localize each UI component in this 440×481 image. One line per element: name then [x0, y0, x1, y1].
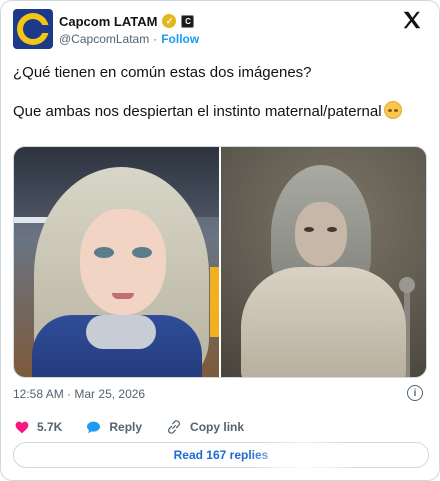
media-grid	[13, 146, 427, 378]
follow-button[interactable]: Follow	[161, 32, 199, 46]
reply-label: Reply	[109, 420, 143, 434]
tweet-line-1: ¿Qué tienen en común estas dos imágenes?	[13, 64, 312, 81]
author-handle-row: @CapcomLatam · Follow	[59, 32, 199, 46]
author-name-row: Capcom LATAM ✓ C	[59, 12, 195, 30]
copy-link-label: Copy link	[190, 420, 245, 434]
x-logo-icon[interactable]	[401, 9, 423, 31]
author-display-name[interactable]: Capcom LATAM	[59, 14, 157, 29]
author-handle[interactable]: @CapcomLatam	[59, 32, 149, 46]
side-light-shape	[210, 267, 219, 337]
tweet-date: Mar 25, 2026	[74, 387, 146, 401]
bedpost-knob-shape	[399, 277, 415, 293]
tweet-line-2-wrap: Que ambas nos despiertan el instinto mat…	[13, 101, 429, 121]
read-replies-button[interactable]: Read 167 replies	[13, 442, 429, 468]
media-image-left[interactable]	[14, 147, 219, 377]
tweet-text: ¿Qué tienen en común estas dos imágenes?…	[13, 63, 429, 121]
reply-icon	[87, 421, 101, 433]
dress-shape	[241, 267, 406, 377]
verified-icon: ✓	[162, 14, 177, 28]
action-bar: 5.7K Reply Copy link	[15, 418, 268, 436]
reply-button[interactable]: Reply	[86, 420, 142, 434]
affiliate-icon: C	[181, 14, 195, 28]
smile-shape	[112, 293, 134, 299]
capcom-logo-avatar[interactable]	[13, 9, 53, 49]
meta-separator: ·	[67, 387, 72, 401]
info-icon[interactable]: i	[407, 385, 423, 401]
heart-icon	[15, 421, 29, 433]
like-count: 5.7K	[37, 420, 63, 434]
right-eye-shape-right	[327, 227, 337, 232]
suit-collar-shape	[86, 315, 156, 349]
media-image-right[interactable]	[221, 147, 426, 377]
right-eye-shape	[132, 247, 152, 258]
tweet-time: 12:58 AM	[13, 387, 64, 401]
tweet-card: Capcom LATAM ✓ C @CapcomLatam · Follow ¿…	[0, 0, 440, 481]
girl-face-shape	[80, 209, 166, 315]
tweet-line-2: Que ambas nos despiertan el instinto mat…	[13, 103, 382, 120]
left-eye-shape	[94, 247, 114, 258]
girl-face-shape-right	[295, 202, 347, 266]
copy-link-button[interactable]: Copy link	[166, 420, 244, 434]
handle-separator: ·	[153, 32, 158, 46]
capcom-logo-opening	[38, 25, 52, 33]
like-button[interactable]: 5.7K	[15, 420, 62, 434]
timestamp-row[interactable]: 12:58 AM · Mar 25, 2026	[13, 387, 145, 401]
link-icon	[168, 420, 181, 434]
left-eye-shape-right	[304, 227, 314, 232]
smile-emoji-icon	[383, 101, 402, 119]
